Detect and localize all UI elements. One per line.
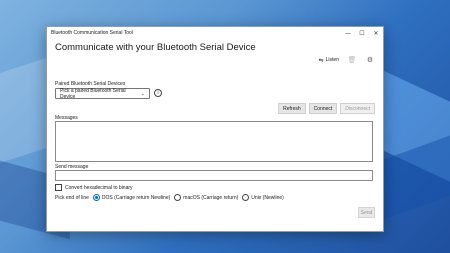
disconnect-button[interactable]: Disconnect [340,103,375,114]
eol-option-macos[interactable]: macOS (Carriage return) [174,194,238,201]
chevron-down-icon: ⌄ [140,90,145,97]
eol-label: Pick end of line [55,194,89,201]
title-bar[interactable]: Bluetooth Communication Serial Tool — ☐ … [47,27,383,39]
device-select[interactable]: Pick a paired Bluetooth Serial Device ⌄ [55,87,150,100]
messages-textarea[interactable] [55,121,373,162]
close-button[interactable]: ✕ [369,27,383,39]
listen-label: Listen [325,57,339,63]
eol-option-label: DOS (Carriage return Newline) [101,194,171,201]
page-title: Communicate with your Bluetooth Serial D… [55,42,256,53]
info-icon[interactable]: i [154,89,162,97]
eol-option-label: Unix (Newline) [251,194,284,201]
maximize-button[interactable]: ☐ [355,27,369,39]
gear-icon[interactable]: ⚙ [365,56,375,64]
trash-icon[interactable]: 🗑 [347,56,357,64]
end-of-line-group: Pick end of line DOS (Carriage return Ne… [55,194,284,201]
app-title: Bluetooth Communication Serial Tool [51,30,133,36]
main-content: Communicate with your Bluetooth Serial D… [47,39,383,233]
radio-dos[interactable] [92,194,100,201]
radio-macos[interactable] [174,194,182,201]
device-select-value: Pick a paired Bluetooth Serial Device [60,87,126,100]
listen-button[interactable]: ⇋ Listen [319,57,339,64]
refresh-button[interactable]: Refresh [278,103,306,114]
eol-option-unix[interactable]: Unix (Newline) [242,194,284,201]
listen-icon: ⇋ [318,57,324,64]
eol-option-dos[interactable]: DOS (Carriage return Newline) [92,194,171,201]
hex-checkbox[interactable] [55,184,62,191]
connect-button[interactable]: Connect [308,103,338,114]
send-message-input[interactable] [55,170,373,181]
connection-buttons: Refresh Connect Disconnect [278,103,375,114]
minimize-button[interactable]: — [341,27,355,39]
hex-option[interactable]: Convert hexadecimal to binary [55,184,133,191]
top-actions: ⇋ Listen 🗑 ⚙ [319,56,375,64]
window-controls: — ☐ ✕ [341,27,383,39]
send-button[interactable]: Send [358,207,375,218]
radio-unix[interactable] [242,194,250,201]
eol-option-label: macOS (Carriage return) [183,194,239,201]
app-window: Bluetooth Communication Serial Tool — ☐ … [46,26,384,232]
hex-label: Convert hexadecimal to binary [65,184,133,191]
paired-devices-label: Paired Bluetooth Serial Devices [55,81,126,87]
